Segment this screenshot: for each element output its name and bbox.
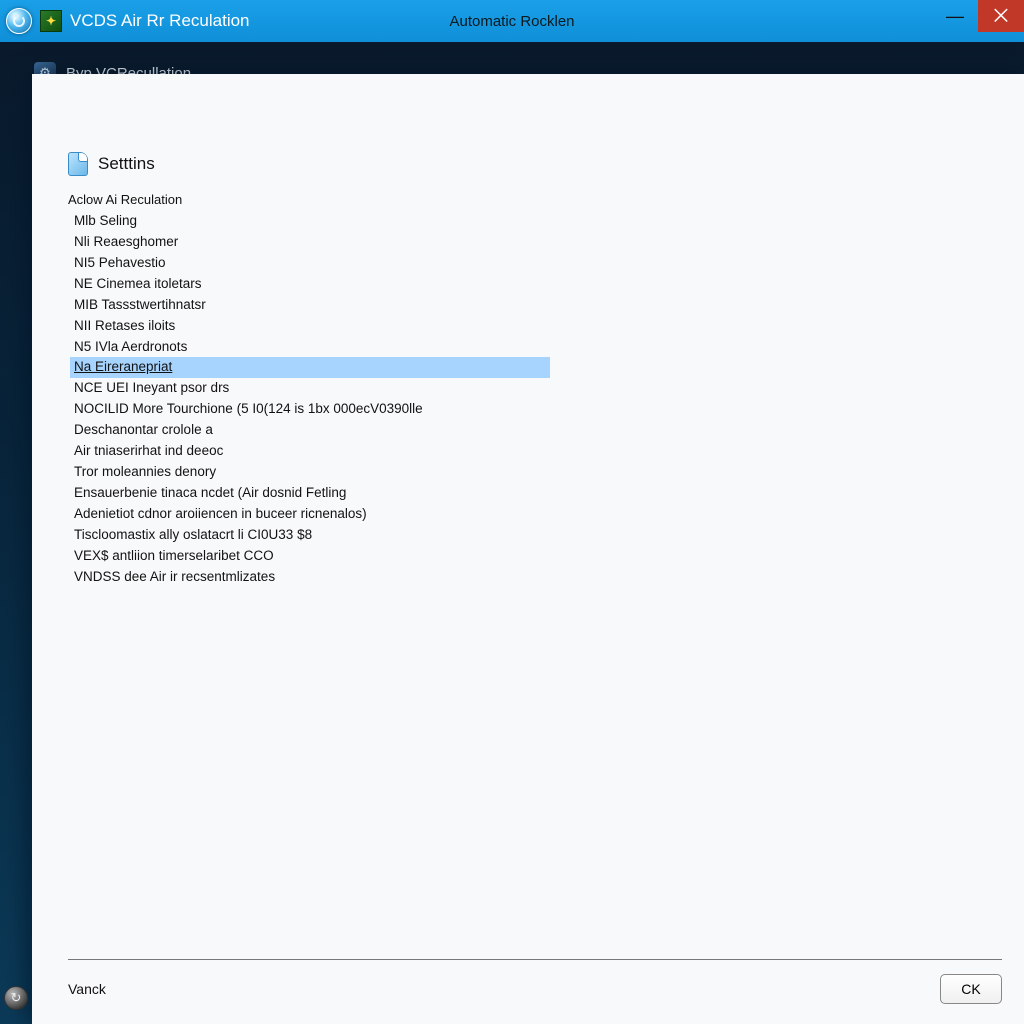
system-orb-icon[interactable] [6, 8, 32, 34]
document-icon [68, 152, 88, 176]
list-item[interactable]: Nli Reaesghomer [70, 232, 182, 253]
list-item[interactable]: NII Retases iloits [70, 316, 179, 337]
titlebar-left-group: ✦ VCDS Air Rr Reculation [6, 8, 250, 34]
app-title: VCDS Air Rr Reculation [70, 11, 250, 31]
list-item[interactable]: NI5 Pehavestio [70, 253, 170, 274]
window-controls: — ⨉ [932, 0, 1024, 32]
ok-button[interactable]: CK [940, 974, 1002, 1004]
refresh-orb-icon[interactable]: ↻ [4, 986, 28, 1010]
window-titlebar: ✦ VCDS Air Rr Reculation Automatic Rockl… [0, 0, 1024, 42]
list-item[interactable]: Air tniaserirhat ind deeoc [70, 441, 227, 462]
outer-frame: ⚙ Byp VCRecullation Setttins Aclow Ai Re… [0, 42, 1024, 1024]
close-button[interactable]: ⨉ [978, 0, 1024, 32]
list-item[interactable]: NCE UEI Ineyant psor drs [70, 378, 233, 399]
dialog-footer: Vanck CK [68, 959, 1002, 1004]
list-item[interactable]: Adenietiot cdnor aroiiencen in buceer ri… [70, 504, 371, 525]
list-item[interactable]: Deschanontar crolole a [70, 420, 217, 441]
app-icon: ✦ [40, 10, 62, 32]
list-item[interactable]: N5 IVla Aerdronots [70, 337, 191, 358]
list-item[interactable]: Na Eireranepriat [70, 357, 550, 378]
minimize-button[interactable]: — [932, 0, 978, 32]
list-item[interactable]: Tiscloomastix ally oslatacrt li CI0U33 $… [70, 525, 316, 546]
list-item[interactable]: VEX$ antliion timerselaribet CCO [70, 546, 278, 567]
list-item[interactable]: VNDSS dee Air ir recsentmlizates [70, 567, 279, 588]
back-button[interactable]: Vanck [68, 981, 106, 997]
list-item[interactable]: Tror moleannies denory [70, 462, 220, 483]
app-icon-glyph: ✦ [46, 14, 56, 28]
settings-list: Mlb SelingNli ReaesghomerNI5 PehavestioN… [70, 211, 988, 588]
list-item[interactable]: NE Cinemea itoletars [70, 274, 206, 295]
list-item[interactable]: Mlb Seling [70, 211, 141, 232]
section-title-row: Setttins [68, 152, 988, 176]
list-item[interactable]: NOCILID More Tourchione (5 I0(124 is 1bx… [70, 399, 427, 420]
list-item[interactable]: Ensauerbenie tinaca ncdet (Air dosnid Fe… [70, 483, 350, 504]
list-item[interactable]: MIB Tassstwertihnatsr [70, 295, 210, 316]
panel-inner: Setttins Aclow Ai Reculation Mlb SelingN… [32, 128, 1024, 1024]
list-subheading: Aclow Ai Reculation [68, 192, 988, 207]
section-title: Setttins [98, 154, 155, 174]
refresh-icon-glyph: ↻ [11, 990, 22, 1006]
content-panel: Setttins Aclow Ai Reculation Mlb SelingN… [32, 74, 1024, 1024]
